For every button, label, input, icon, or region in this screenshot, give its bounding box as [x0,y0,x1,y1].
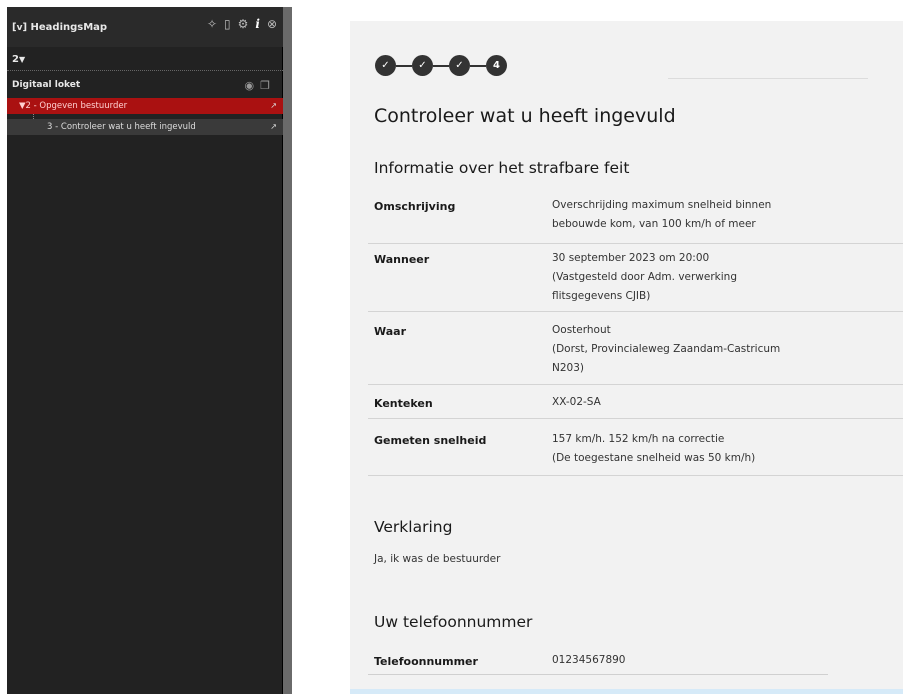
document-actions: ◉ ❐ [245,79,270,92]
page-title: Controleer wat u heeft ingevuld [374,105,676,127]
info-icon[interactable]: i [255,17,260,31]
label-wanneer: Wanneer [374,253,430,266]
step-2-done: ✓ [412,55,433,76]
value-omschrijving: Overschrijding maximum snelheid binnen b… [552,199,772,230]
window-frame [0,0,903,7]
step-connector [396,64,412,67]
document-row: Digitaal loket ◉ ❐ [7,79,283,95]
label-gemeten-snelheid: Gemeten snelheid [374,434,487,447]
value-kenteken: XX-02-SA [552,396,601,408]
step-3-done: ✓ [449,55,470,76]
telefoon-heading: Uw telefoonnummer [374,613,533,631]
gear-icon[interactable]: ⚙ [238,17,249,31]
step-4-current: 4 [486,55,507,76]
close-icon[interactable]: ⊗ [267,17,277,31]
value-wanneer: 30 september 2023 om 20:00 (Vastgesteld … [552,252,737,302]
label-telefoonnummer: Telefoonnummer [374,655,478,668]
step-connector [433,64,449,67]
step-1-done: ✓ [375,55,396,76]
link-icon: ↗ [270,122,277,131]
value-telefoonnummer: 01234567890 [552,654,626,666]
value-gemeten-snelheid: 157 km/h. 152 km/h na correctie (De toeg… [552,433,756,464]
step-connector [470,64,486,67]
dock-icon[interactable]: ▯ [224,17,231,31]
header-toolbar: ✧ ▯ ⚙ i ⊗ [207,17,277,31]
form-panel: ✓ ✓ ✓ 4 Controleer wat u heeft ingevuld … [350,21,903,694]
row-divider [368,311,903,312]
copy-icon[interactable]: ❐ [260,79,270,92]
divider [668,78,868,79]
eye-icon[interactable]: ◉ [245,79,255,92]
main-content: ✓ ✓ ✓ 4 Controleer wat u heeft ingevuld … [292,7,903,694]
pin-icon[interactable]: ✧ [207,17,217,31]
sidebar-resize-handle[interactable] [283,7,292,694]
label-waar: Waar [374,325,407,338]
sidebar-header: [v] HeadingsMap ✧ ▯ ⚙ i ⊗ [7,7,283,47]
level-selector[interactable]: 2▼ [12,54,25,65]
headingsmap-logo-icon: [v] [12,22,28,33]
row-divider [368,418,903,419]
label-kenteken: Kenteken [374,397,433,410]
link-icon: ↗ [270,101,277,110]
row-divider [368,384,903,385]
window-frame-left [0,0,7,694]
tree-item-controleer[interactable]: 3 - Controleer wat u heeft ingevuld ↗ [7,119,283,135]
verklaring-text: Ja, ik was de bestuurder [374,553,501,565]
row-divider [368,674,828,675]
value-waar: Oosterhout (Dorst, Provincialeweg Zaanda… [552,324,781,374]
row-divider [368,475,903,476]
divider [7,70,283,71]
headingsmap-sidebar: [v] HeadingsMap ✧ ▯ ⚙ i ⊗ 2▼ Digitaal lo… [7,7,283,694]
progress-steps: ✓ ✓ ✓ 4 [375,55,507,76]
info-heading: Informatie over het strafbare feit [374,159,630,177]
document-title: Digitaal loket [12,80,81,90]
tree-item-opgeven-bestuurder[interactable]: ▼2 - Opgeven bestuurder ↗ [7,98,283,114]
verklaring-heading: Verklaring [374,518,453,536]
chevron-down-icon: ▼ [18,55,26,64]
row-divider [368,243,903,244]
app-title: [v] HeadingsMap [12,22,108,33]
label-omschrijving: Omschrijving [374,200,456,213]
bottom-edge [350,689,903,694]
